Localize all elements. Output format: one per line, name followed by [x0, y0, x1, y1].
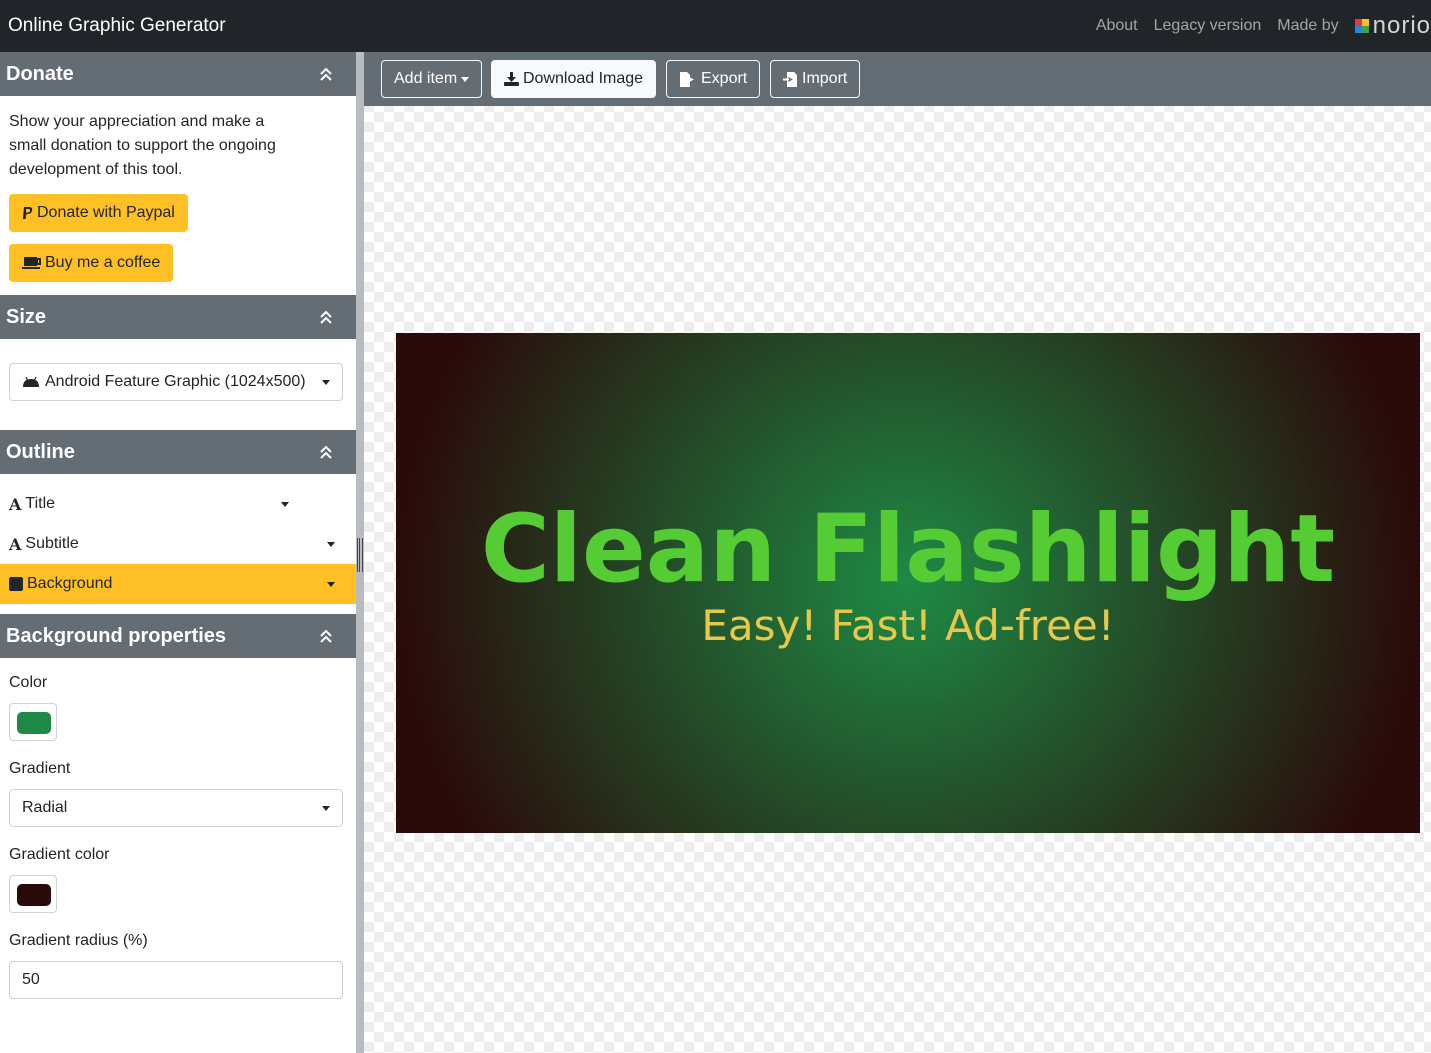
color-label: Color [9, 674, 48, 691]
buy-coffee-button[interactable]: Buy me a coffee [9, 244, 174, 282]
chevron-down-icon[interactable] [327, 582, 335, 587]
text-icon: A [9, 494, 22, 514]
main-area: Add item Download Image Export Import Cl… [364, 52, 1431, 1053]
background-properties-label: Background properties [6, 624, 227, 647]
gradient-label: Gradient [9, 760, 71, 777]
norio-logo-text: norio [1372, 12, 1431, 39]
gradient-radius-label: Gradient radius (%) [9, 932, 148, 949]
grip-icon[interactable] [357, 538, 363, 572]
outline-item-label: Subtitle [25, 535, 79, 552]
import-label: Import [802, 70, 848, 87]
coffee-icon [22, 256, 42, 270]
text-icon: A [9, 534, 22, 554]
gradient-select-value: Radial [22, 799, 68, 816]
download-image-button[interactable]: Download Image [491, 60, 657, 98]
add-item-label: Add item [394, 70, 458, 87]
outline-header-label: Outline [6, 440, 75, 463]
size-header[interactable]: Size [0, 295, 356, 339]
norio-logo-icon [1354, 19, 1369, 33]
download-icon [504, 72, 519, 86]
chevron-double-up-icon [320, 629, 332, 643]
donate-header-label: Donate [6, 62, 74, 85]
donate-header[interactable]: Donate [0, 52, 356, 96]
canvas-subtitle[interactable]: Easy! Fast! Ad-free! [396, 601, 1420, 650]
outline-item-label: Title [25, 495, 56, 512]
color-preview [17, 712, 51, 734]
donate-paypal-button[interactable]: Donate with Paypal [9, 194, 188, 232]
add-item-button[interactable]: Add item [381, 60, 483, 98]
toolbar: Add item Download Image Export Import [364, 52, 1431, 106]
size-select-value: Android Feature Graphic (1024x500) [45, 373, 306, 390]
chevron-double-up-icon [320, 445, 332, 459]
file-import-icon [783, 71, 798, 87]
color-picker[interactable] [9, 703, 57, 741]
outline-item-title[interactable]: A Title [0, 484, 356, 524]
chevron-double-up-icon [320, 310, 332, 324]
gradient-color-preview [17, 884, 51, 906]
navbar: Online Graphic Generator About Legacy ve… [0, 0, 1431, 52]
outline-item-label: Background [27, 575, 113, 592]
size-select[interactable]: Android Feature Graphic (1024x500) [9, 363, 343, 401]
file-export-icon [679, 71, 697, 87]
chevron-down-icon[interactable] [327, 542, 335, 547]
gradient-color-picker[interactable] [9, 875, 57, 913]
donate-paypal-label: Donate with Paypal [37, 204, 175, 221]
export-label: Export [701, 70, 748, 87]
graphic-canvas[interactable]: Clean Flashlight Easy! Fast! Ad-free! [396, 333, 1420, 833]
chevron-down-icon [322, 806, 330, 811]
chevron-down-icon [461, 76, 470, 82]
gradient-radius-input[interactable] [9, 961, 343, 999]
square-icon [9, 577, 23, 591]
sidebar: Donate Show your appreciation and make a… [0, 52, 356, 1053]
nav-legacy-link[interactable]: Legacy version [1154, 17, 1262, 35]
norio-logo[interactable]: norio [1354, 12, 1431, 40]
gradient-color-label: Gradient color [9, 846, 110, 863]
chevron-double-up-icon [320, 67, 332, 81]
gradient-select[interactable]: Radial [9, 789, 343, 827]
size-header-label: Size [6, 305, 47, 328]
outline-item-subtitle[interactable]: A Subtitle [0, 524, 356, 564]
app-title[interactable]: Online Graphic Generator [8, 15, 226, 37]
background-properties-header[interactable]: Background properties [0, 614, 356, 658]
import-button[interactable]: Import [770, 60, 861, 98]
nav-about-link[interactable]: About [1096, 17, 1138, 35]
nav-links: About Legacy version Made by norio [1096, 0, 1431, 52]
outline-item-background[interactable]: Background [0, 564, 356, 604]
buy-coffee-label: Buy me a coffee [45, 254, 161, 271]
made-by-text: Made by [1277, 17, 1339, 34]
paypal-icon [22, 206, 34, 220]
canvas-title[interactable]: Clean Flashlight [396, 495, 1420, 604]
download-image-label: Download Image [523, 70, 644, 87]
android-icon [22, 377, 40, 387]
donate-text: Show your appreciation and make a small … [9, 113, 276, 178]
chevron-down-icon[interactable] [281, 502, 289, 507]
export-button[interactable]: Export [666, 60, 761, 98]
outline-header[interactable]: Outline [0, 430, 356, 474]
chevron-down-icon [322, 380, 330, 385]
